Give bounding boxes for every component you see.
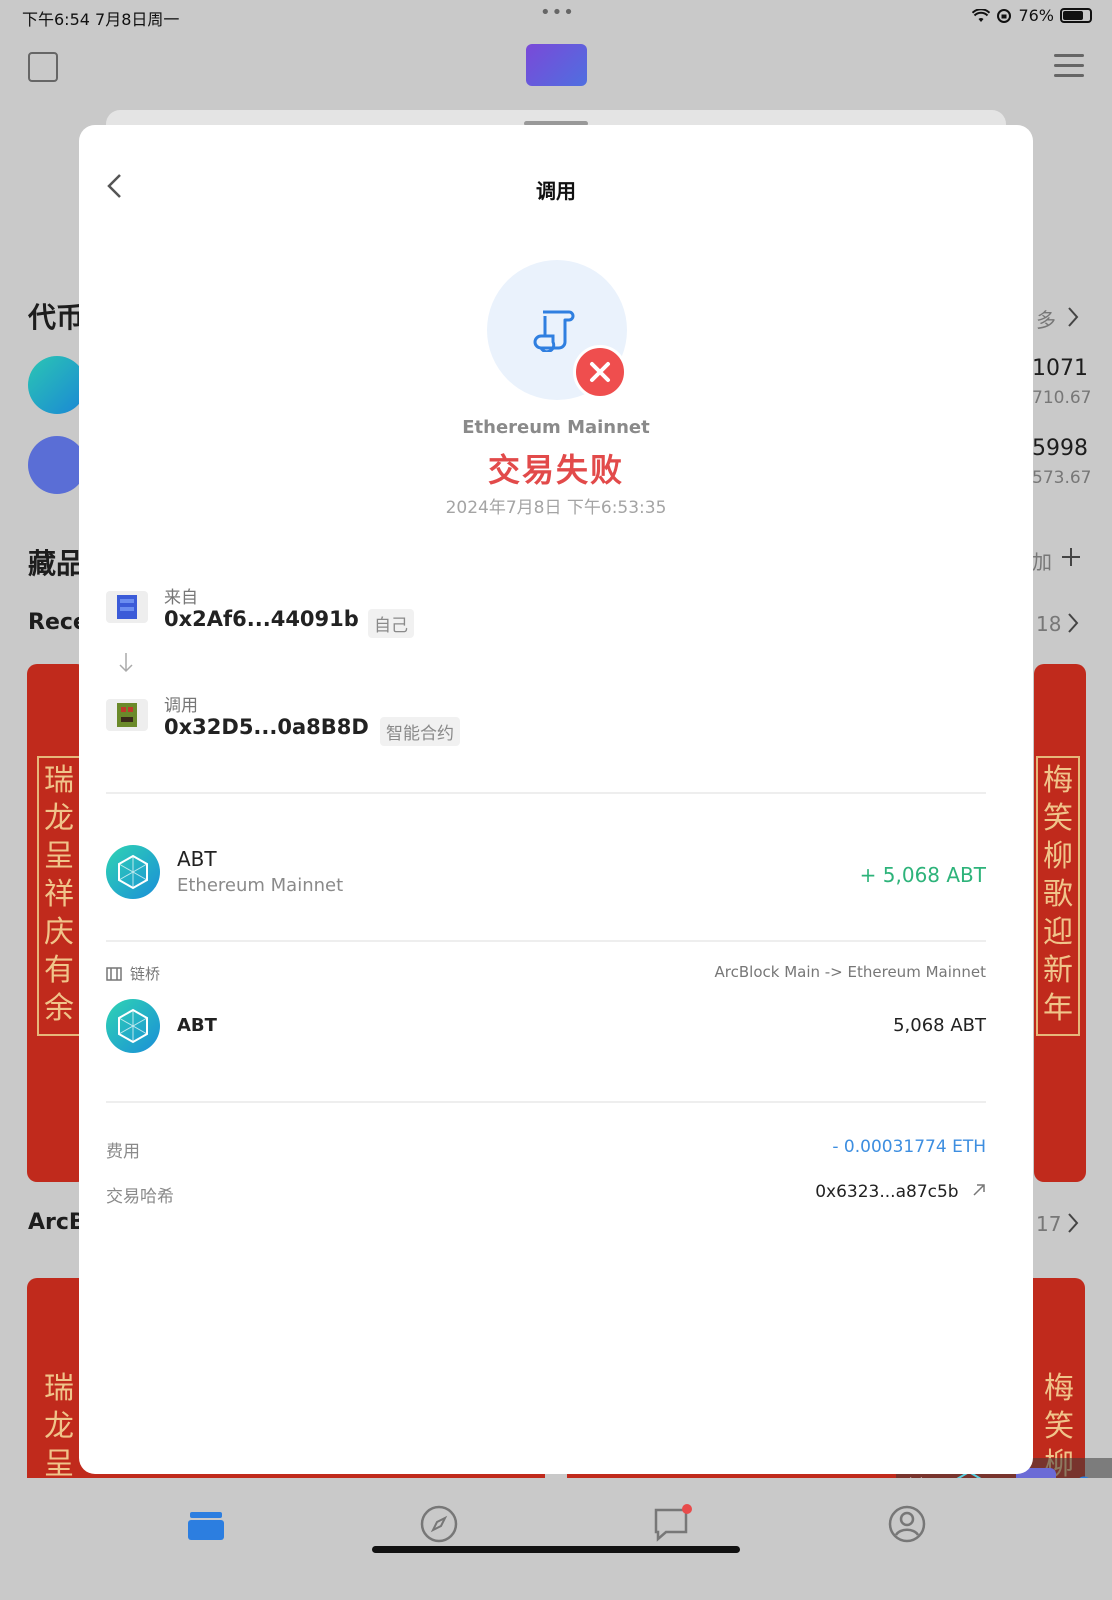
eth-coin-icon [28,436,86,494]
to-party[interactable]: 调用 0x32D5...0a8B8D 智能合约 [106,691,986,751]
status-bar: 下午6:54 7月8日周一 ••• 76% [0,0,1112,34]
abt-coin-icon [28,356,86,414]
to-tag: 智能合约 [380,717,460,746]
divider [106,940,986,942]
card-right-text: 梅笑柳歌迎新年 [1043,763,1073,1026]
bridge-token-name: ABT [177,1015,217,1036]
divider [106,1101,986,1103]
battery-icon [1060,8,1092,23]
abt-token-icon [106,999,160,1053]
collectible-card-left[interactable]: 瑞龙呈祥庆有余 [27,664,87,1182]
chevron-right-icon[interactable] [1066,306,1080,328]
tab-discover-icon[interactable] [419,1504,459,1544]
collectible-card-right[interactable]: 梅笑柳歌迎新年 [1034,664,1086,1182]
bridge-amount: 5,068 ABT [893,1015,986,1036]
tab-messages-icon[interactable] [652,1504,692,1544]
plus-icon[interactable] [1060,546,1082,568]
recent-count[interactable]: 18 [1036,612,1061,636]
battery-percent: 76% [1018,6,1054,25]
bridge-header: 链桥 [106,963,160,984]
menu-icon[interactable] [1054,54,1084,84]
from-label: 来自 [164,588,198,608]
arcblock-section-title: ArcB [28,1210,86,1235]
from-party[interactable]: 来自 0x2Af6...44091b 自己 [106,583,986,643]
tokens-section-title: 代币 [28,301,85,334]
token-network: Ethereum Mainnet [177,875,344,896]
bridge-route: ArcBlock Main -> Ethereum Mainnet [714,963,986,981]
chevron-right-icon[interactable] [1066,1212,1080,1234]
contract-scroll-icon [533,310,575,352]
network-name: Ethereum Mainnet [462,417,650,438]
token2-fiat: 573.67 [1032,468,1092,488]
failed-badge [573,345,627,399]
app-logo [526,44,587,86]
x-close-icon [590,362,610,382]
abt-token-icon [106,845,160,899]
card-bottom-left-text: 瑞龙呈 [44,1371,74,1482]
transaction-detail-sheet: 调用 Ethereum Mainnet 交易失败 2024年7月8日 下午6:5… [79,125,1033,1474]
hash-link[interactable]: 0x6323...a87c5b [815,1182,986,1202]
wifi-icon [972,8,991,22]
to-address[interactable]: 0x32D5...0a8B8D [164,715,369,739]
multitask-dots[interactable]: ••• [540,2,575,23]
divider [106,792,986,794]
fee-value: - 0.00031774 ETH [832,1137,986,1157]
collectibles-section-title: 藏品 [28,547,85,580]
hash-value[interactable]: 0x6323...a87c5b [815,1182,958,1202]
token2-balance: 5998 [1032,436,1088,461]
transaction-datetime: 2024年7月8日 下午6:53:35 [445,498,667,518]
add-link[interactable]: 加 [1032,546,1052,575]
home-indicator[interactable] [372,1546,740,1553]
scan-icon[interactable] [28,52,58,82]
status-right: 76% [972,6,1092,25]
orientation-lock-icon [997,8,1012,23]
arcblock-count[interactable]: 17 [1036,1212,1061,1236]
page-title: 调用 [536,179,576,203]
fee-label: 费用 [106,1142,140,1162]
to-avatar [106,699,148,731]
token-amount: + 5,068 ABT [859,863,986,887]
tab-profile-icon[interactable] [887,1504,927,1544]
more-link[interactable]: 多 [1036,304,1056,333]
token1-fiat: 710.67 [1032,388,1092,408]
from-address[interactable]: 0x2Af6...44091b [164,607,359,631]
card-left-text: 瑞龙呈祥庆有余 [44,763,74,1026]
status-time: 下午6:54 7月8日周一 [22,10,180,29]
token1-balance: 1071 [1032,356,1088,381]
transaction-status: 交易失败 [487,451,624,489]
token-name: ABT [177,847,217,871]
tab-wallet-icon[interactable] [186,1504,226,1544]
arrow-down-icon [119,653,133,673]
to-label: 调用 [164,696,198,716]
from-tag: 自己 [368,609,414,638]
chevron-right-icon[interactable] [1066,612,1080,634]
bridge-label: 链桥 [130,965,161,983]
bridge-icon [106,967,122,981]
from-avatar [106,591,148,623]
hash-label: 交易哈希 [106,1187,174,1207]
external-link-icon[interactable] [972,1183,986,1197]
